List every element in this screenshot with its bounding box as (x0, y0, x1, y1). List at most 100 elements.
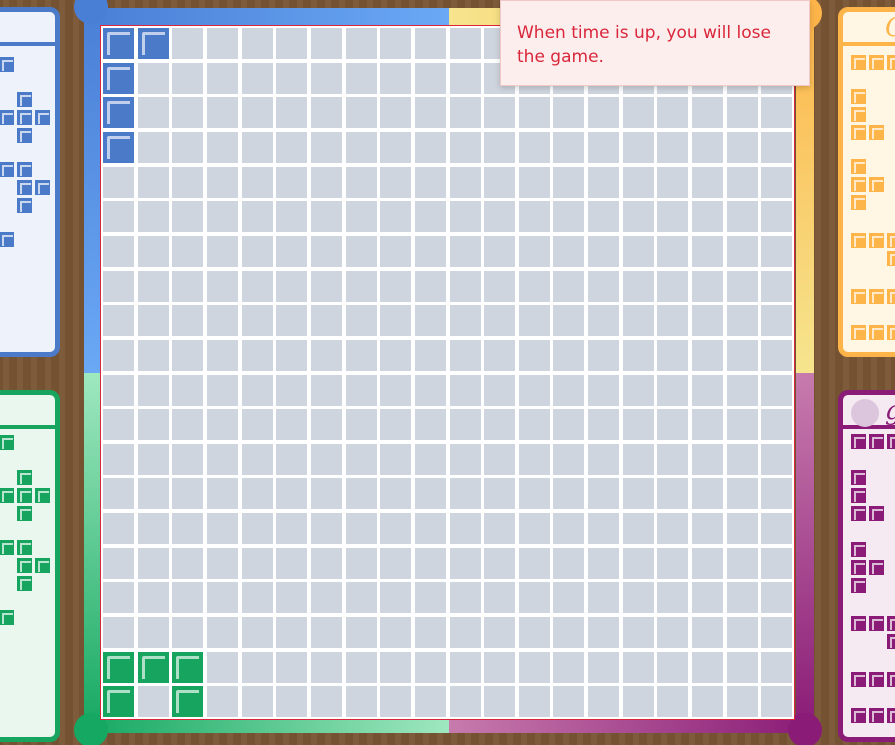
board-cell[interactable] (657, 409, 689, 441)
board-cell[interactable] (622, 166, 654, 198)
board-cell[interactable] (172, 28, 204, 59)
board-cell[interactable] (726, 651, 758, 683)
board-cell[interactable] (761, 547, 793, 579)
board-cell[interactable] (692, 617, 724, 649)
board-cell[interactable] (206, 305, 238, 337)
board-cell[interactable] (761, 478, 793, 510)
board-cell[interactable] (241, 235, 273, 267)
board-cell[interactable] (692, 166, 724, 198)
board-cell[interactable] (761, 305, 793, 337)
board-cell[interactable] (484, 617, 516, 649)
board-cell[interactable] (206, 339, 238, 371)
board-cell[interactable] (137, 617, 169, 649)
board-cell[interactable] (310, 339, 342, 371)
board-cell[interactable] (345, 409, 377, 441)
board-cell[interactable] (137, 513, 169, 545)
board-cell[interactable] (588, 582, 620, 614)
board-cell[interactable] (172, 409, 204, 441)
board-cell[interactable] (588, 270, 620, 302)
board-cell[interactable] (345, 547, 377, 579)
board-cell[interactable] (241, 305, 273, 337)
board-cell[interactable] (380, 409, 412, 441)
board-cell[interactable] (206, 62, 238, 94)
board-cell[interactable] (484, 513, 516, 545)
board-cell[interactable] (588, 374, 620, 406)
board-cell[interactable] (241, 28, 273, 59)
board-cell[interactable] (692, 547, 724, 579)
board-cell[interactable] (310, 582, 342, 614)
board-cell[interactable] (484, 374, 516, 406)
board-cell[interactable] (657, 201, 689, 233)
board-cell[interactable] (380, 547, 412, 579)
board-cell[interactable] (172, 97, 204, 129)
board-cell[interactable] (726, 513, 758, 545)
board-cell[interactable] (172, 339, 204, 371)
board-cell[interactable] (310, 409, 342, 441)
board-cell[interactable] (206, 443, 238, 475)
board-cell[interactable] (276, 166, 308, 198)
board-cell[interactable] (588, 651, 620, 683)
board-cell[interactable] (726, 131, 758, 163)
board-cell[interactable] (241, 201, 273, 233)
board-cell[interactable] (449, 513, 481, 545)
board-cell[interactable] (206, 409, 238, 441)
board-cell[interactable] (761, 617, 793, 649)
board-cell[interactable] (206, 478, 238, 510)
board-cell[interactable] (206, 235, 238, 267)
board-cell[interactable] (518, 270, 550, 302)
board-cell[interactable] (553, 339, 585, 371)
board-cell[interactable] (692, 235, 724, 267)
board-cell[interactable] (449, 686, 481, 718)
board-cell[interactable] (518, 339, 550, 371)
board-cell[interactable] (241, 166, 273, 198)
board-cell[interactable] (553, 617, 585, 649)
board-cell[interactable] (657, 478, 689, 510)
board-cell[interactable] (692, 478, 724, 510)
board-cell[interactable] (276, 97, 308, 129)
board-cell[interactable] (449, 374, 481, 406)
board-cell[interactable] (310, 305, 342, 337)
board-cell[interactable] (588, 409, 620, 441)
board-cell[interactable] (103, 547, 134, 579)
board-cell[interactable] (726, 270, 758, 302)
board-cell[interactable] (449, 131, 481, 163)
board-cell[interactable] (657, 374, 689, 406)
board-cell[interactable] (380, 235, 412, 267)
board-cell[interactable] (380, 62, 412, 94)
board-cell[interactable] (553, 409, 585, 441)
board-cell[interactable] (484, 305, 516, 337)
board-cell[interactable] (518, 374, 550, 406)
board-cell[interactable] (172, 235, 204, 267)
board-cell[interactable] (276, 270, 308, 302)
board-cell[interactable] (172, 478, 204, 510)
board-cell[interactable] (449, 97, 481, 129)
board-cell[interactable] (588, 686, 620, 718)
board-cell[interactable] (345, 582, 377, 614)
board-cell[interactable] (345, 131, 377, 163)
board-tile-green[interactable] (103, 651, 134, 683)
board-cell[interactable] (518, 97, 550, 129)
board-cell[interactable] (449, 62, 481, 94)
board-cell[interactable] (206, 97, 238, 129)
board-cell[interactable] (761, 409, 793, 441)
board-cell[interactable] (553, 305, 585, 337)
board-cell[interactable] (206, 513, 238, 545)
board-cell[interactable] (449, 443, 481, 475)
board-cell[interactable] (518, 443, 550, 475)
board-cell[interactable] (692, 131, 724, 163)
board-cell[interactable] (206, 28, 238, 59)
board-cell[interactable] (761, 443, 793, 475)
board-cell[interactable] (588, 478, 620, 510)
board-cell[interactable] (657, 270, 689, 302)
board-cell[interactable] (103, 443, 134, 475)
board-cell[interactable] (380, 270, 412, 302)
board-cell[interactable] (206, 270, 238, 302)
board-cell[interactable] (414, 131, 446, 163)
board-cell[interactable] (622, 97, 654, 129)
board-cell[interactable] (588, 443, 620, 475)
board-cell[interactable] (345, 374, 377, 406)
board-cell[interactable] (310, 62, 342, 94)
board-cell[interactable] (103, 166, 134, 198)
board-cell[interactable] (103, 305, 134, 337)
board-cell[interactable] (345, 617, 377, 649)
